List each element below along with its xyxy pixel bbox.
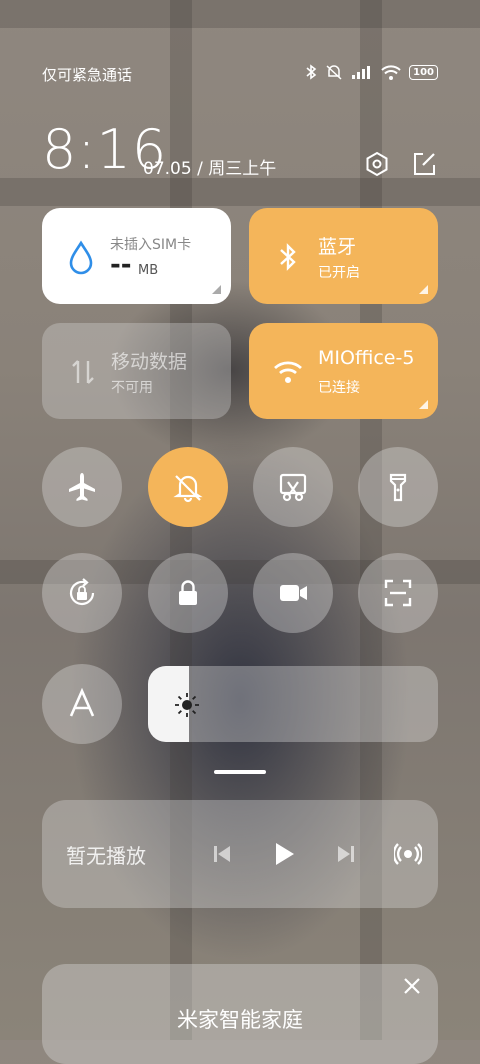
flashlight-toggle[interactable] [358,447,438,527]
scan-icon [384,579,412,607]
edit-icon[interactable] [410,150,438,178]
signal-icon [352,66,371,79]
skip-previous-icon [214,846,230,862]
rotation-lock-toggle[interactable] [42,553,122,633]
cast-audio-icon [394,843,422,865]
previous-button[interactable] [206,838,238,870]
expand-corner-icon [212,285,221,294]
carrier-text: 仅可紧急通话 [42,66,133,84]
status-icons: 100 [305,64,438,80]
wifi-icon [274,361,302,383]
scanner-toggle[interactable] [358,553,438,633]
lock-screen-toggle[interactable] [148,553,228,633]
mobile-data-title: 移动数据 [111,351,188,373]
data-usage-tile[interactable]: 未插入SIM卡 -- MB [42,208,231,304]
media-status-label: 暂无播放 [66,844,146,868]
bluetooth-title: 蓝牙 [318,236,357,258]
screen-record-toggle[interactable] [253,553,333,633]
airplane-icon [69,473,95,501]
brightness-icon [175,693,199,717]
flashlight-icon [389,473,407,502]
bluetooth-icon [306,64,317,80]
bluetooth-icon [280,243,296,271]
battery-icon: 100 [409,64,438,80]
play-icon [276,843,294,865]
play-button[interactable] [268,838,300,870]
video-camera-icon [280,585,307,601]
silent-mode-toggle[interactable] [148,447,228,527]
next-button[interactable] [330,838,362,870]
screenshot-toggle[interactable] [253,447,333,527]
media-player-card: 暂无播放 [42,800,438,908]
expand-corner-icon [419,285,428,294]
bell-off-icon [173,475,203,503]
skip-next-icon [338,846,354,862]
bluetooth-status: 已开启 [318,265,360,281]
data-transfer-icon [72,360,94,384]
rotation-lock-icon [69,578,95,606]
wifi-status: 已连接 [318,380,360,396]
data-usage-value: -- [110,250,132,280]
water-drop-icon [69,240,93,275]
wifi-tile[interactable]: MIOffice-5 已连接 [249,323,438,419]
smart-home-title: 米家智能家庭 [177,1008,303,1032]
mobile-data-status: 不可用 [111,380,153,396]
lock-icon [179,580,197,605]
smart-home-card[interactable]: 米家智能家庭 [42,964,438,1064]
expand-corner-icon [419,400,428,409]
bluetooth-tile[interactable]: 蓝牙 已开启 [249,208,438,304]
font-icon [69,687,95,717]
scissors-icon [279,473,307,502]
panel-drag-handle[interactable] [214,770,266,774]
font-size-toggle[interactable] [42,664,122,744]
status-bar: 仅可紧急通话 100 [42,64,438,88]
silent-icon [326,65,342,80]
mobile-data-tile[interactable]: 移动数据 不可用 [42,323,231,419]
data-usage-unit: MB [138,263,159,278]
wifi-network-name: MIOffice-5 [318,347,415,369]
audio-output-button[interactable] [392,838,424,870]
settings-icon[interactable] [363,150,391,178]
close-icon[interactable] [402,976,422,996]
brightness-slider[interactable] [148,666,438,742]
airplane-mode-toggle[interactable] [42,447,122,527]
wifi-icon [381,64,401,80]
clock-date: 07.05 / 周三上午 [143,159,277,179]
